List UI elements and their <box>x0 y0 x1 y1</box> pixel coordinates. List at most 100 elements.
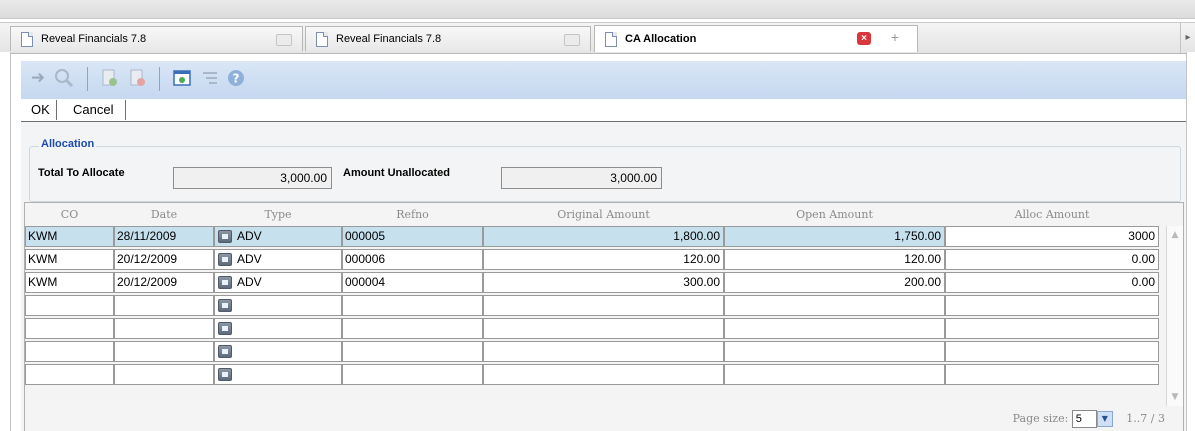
cell-date[interactable]: 20/12/2009 <box>114 272 214 293</box>
filter-icon[interactable] <box>199 67 221 89</box>
column-header-co[interactable]: CO <box>25 203 114 226</box>
cell-type[interactable]: ADV <box>214 226 342 247</box>
cell-open-amount: 120.00 <box>724 249 945 270</box>
type-value: ADV <box>237 252 262 266</box>
cell-open-amount: 200.00 <box>724 272 945 293</box>
column-header-date[interactable]: Date <box>114 203 214 226</box>
lookup-icon[interactable] <box>218 253 232 266</box>
back-icon[interactable]: ➜ <box>27 67 49 89</box>
cell-type[interactable] <box>214 295 342 316</box>
cell-refno[interactable] <box>342 318 483 339</box>
button-bar: OK Cancel <box>21 99 1186 122</box>
cell-alloc-amount-input[interactable] <box>945 318 1159 339</box>
close-tab-icon[interactable]: × <box>857 32 871 45</box>
help-icon[interactable]: ? <box>225 67 247 89</box>
cell-open-amount <box>724 364 945 385</box>
browser-top-strip <box>0 0 1195 19</box>
cell-refno[interactable] <box>342 341 483 362</box>
table-row[interactable] <box>25 295 1161 317</box>
cell-alloc-amount-input[interactable] <box>945 364 1159 385</box>
cell-co[interactable]: KWM <box>25 226 114 247</box>
chevron-down-icon[interactable]: ▼ <box>1096 411 1113 427</box>
lookup-icon[interactable] <box>218 276 232 289</box>
cell-alloc-amount-input[interactable]: 3000 <box>945 226 1159 247</box>
column-header-open-amount[interactable]: Open Amount <box>724 203 945 226</box>
tab-ca-allocation[interactable]: CA Allocation × + <box>594 25 918 52</box>
column-header-type[interactable]: Type <box>214 203 342 226</box>
add-record-icon[interactable] <box>99 67 121 89</box>
cell-alloc-amount-input[interactable]: 0.00 <box>945 272 1159 293</box>
cell-alloc-amount-input[interactable] <box>945 295 1159 316</box>
cell-type[interactable] <box>214 364 342 385</box>
total-to-allocate-label: Total To Allocate <box>38 167 125 179</box>
grid-vertical-scrollbar[interactable]: ▲ ▼ <box>1166 226 1183 406</box>
document-icon <box>605 31 617 47</box>
new-tab-icon[interactable]: + <box>891 29 899 45</box>
allocation-panel: Allocation Total To Allocate 3,000.00 Am… <box>21 122 1186 431</box>
cell-original-amount <box>483 364 724 385</box>
cell-type[interactable] <box>214 341 342 362</box>
table-row[interactable]: KWM 28/11/2009 ADV 000005 1,800.00 1,750… <box>25 226 1161 248</box>
tab-scroll-icon[interactable]: ▸ <box>1180 23 1195 53</box>
cell-co[interactable] <box>25 295 114 316</box>
table-row[interactable] <box>25 341 1161 363</box>
lookup-icon[interactable] <box>218 299 232 312</box>
scroll-up-icon[interactable]: ▲ <box>1169 228 1181 242</box>
grid-header: CO Date Type Refno Original Amount Open … <box>25 203 1170 226</box>
table-row[interactable]: KWM 20/12/2009 ADV 000004 300.00 200.00 … <box>25 272 1161 294</box>
cancel-button[interactable]: Cancel <box>65 100 127 120</box>
tab-reveal-financials-1[interactable]: Reveal Financials 7.8 <box>10 26 303 51</box>
new-window-icon[interactable] <box>171 67 193 89</box>
lookup-icon[interactable] <box>218 322 232 335</box>
scroll-down-icon[interactable]: ▼ <box>1169 390 1181 404</box>
lookup-icon[interactable] <box>218 345 232 358</box>
lookup-icon[interactable] <box>218 368 232 381</box>
lookup-icon[interactable] <box>218 230 232 243</box>
delete-record-icon[interactable] <box>127 67 149 89</box>
document-icon <box>316 31 328 47</box>
column-header-refno[interactable]: Refno <box>342 203 483 226</box>
cell-refno[interactable] <box>342 364 483 385</box>
cell-open-amount <box>724 295 945 316</box>
type-value: ADV <box>237 229 262 243</box>
cell-co[interactable] <box>25 318 114 339</box>
tab-reveal-financials-2[interactable]: Reveal Financials 7.8 <box>305 26 591 51</box>
cell-date[interactable] <box>114 318 214 339</box>
cell-refno[interactable] <box>342 295 483 316</box>
cell-date[interactable] <box>114 364 214 385</box>
svg-text:?: ? <box>233 72 240 86</box>
cell-co[interactable]: KWM <box>25 272 114 293</box>
cell-original-amount: 300.00 <box>483 272 724 293</box>
cell-type[interactable]: ADV <box>214 272 342 293</box>
cell-refno[interactable]: 000005 <box>342 226 483 247</box>
amount-unallocated-label: Amount Unallocated <box>343 167 450 179</box>
cell-co[interactable]: KWM <box>25 249 114 270</box>
cell-date[interactable] <box>114 341 214 362</box>
cell-refno[interactable]: 000004 <box>342 272 483 293</box>
page-size-select[interactable]: 5 <box>1071 410 1097 428</box>
cell-type[interactable] <box>214 318 342 339</box>
amount-unallocated-field: 3,000.00 <box>501 167 662 189</box>
table-row[interactable] <box>25 364 1161 386</box>
cell-co[interactable] <box>25 341 114 362</box>
toolbar-separator <box>87 67 88 91</box>
cell-co[interactable] <box>25 364 114 385</box>
total-to-allocate-field: 3,000.00 <box>173 167 332 189</box>
ok-button[interactable]: OK <box>25 100 57 120</box>
table-row[interactable]: KWM 20/12/2009 ADV 000006 120.00 120.00 … <box>25 249 1161 271</box>
window-right-edge <box>1186 52 1195 431</box>
cell-type[interactable]: ADV <box>214 249 342 270</box>
cell-original-amount <box>483 295 724 316</box>
cell-original-amount <box>483 341 724 362</box>
table-row[interactable] <box>25 318 1161 340</box>
column-header-original-amount[interactable]: Original Amount <box>483 203 724 226</box>
cell-alloc-amount-input[interactable]: 0.00 <box>945 249 1159 270</box>
cell-date[interactable]: 28/11/2009 <box>114 226 214 247</box>
search-icon[interactable] <box>53 67 75 89</box>
column-header-alloc-amount[interactable]: Alloc Amount <box>945 203 1159 226</box>
cell-refno[interactable]: 000006 <box>342 249 483 270</box>
cell-date[interactable]: 20/12/2009 <box>114 249 214 270</box>
cell-alloc-amount-input[interactable] <box>945 341 1159 362</box>
cell-date[interactable] <box>114 295 214 316</box>
window-left-edge <box>0 52 11 431</box>
